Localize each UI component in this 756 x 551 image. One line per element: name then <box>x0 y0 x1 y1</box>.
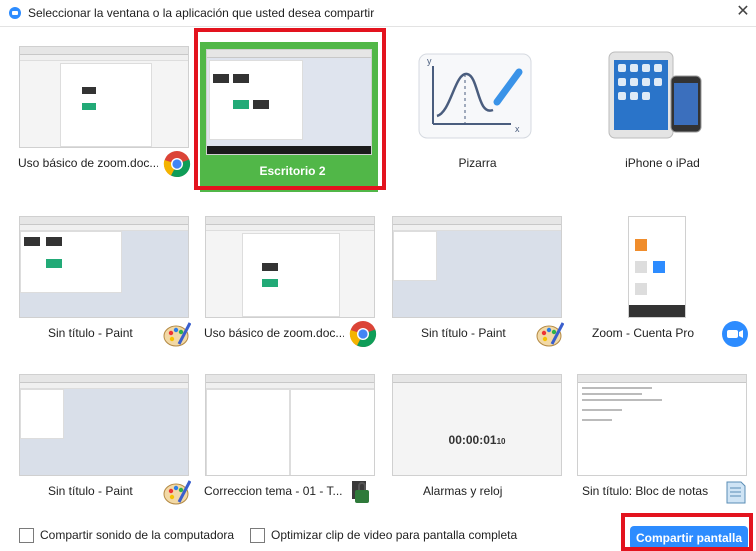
share-tile-alarms-clock[interactable]: 00:00:0110 Alarmas y reloj <box>385 364 570 524</box>
notepad-icon <box>726 481 746 504</box>
window-thumbnail <box>205 374 375 476</box>
share-tile-paint-2[interactable]: Sin título - Paint <box>385 206 570 366</box>
share-sound-checkbox[interactable] <box>19 528 34 543</box>
close-button[interactable]: ✕ <box>734 3 752 21</box>
tile-label: Uso básico de zoom.doc... <box>204 326 344 340</box>
tile-label: Zoom - Cuenta Pro <box>592 326 695 340</box>
tile-label: Uso básico de zoom.doc... <box>18 156 158 170</box>
tile-label: iPhone o iPad <box>625 156 700 170</box>
share-tile-desktop-2[interactable]: Escritorio 2 <box>200 42 378 192</box>
window-thumbnail <box>205 216 375 318</box>
share-tile-paint-3[interactable]: Sin título - Paint <box>12 364 197 524</box>
security-file-icon <box>352 481 369 503</box>
window-title: Seleccionar la ventana o la aplicación q… <box>28 6 375 20</box>
share-tile-whiteboard[interactable]: y x Pizarra <box>385 36 570 196</box>
clock-app-thumbnail: 00:00:0110 <box>392 374 562 476</box>
zoom-share-icon <box>9 7 21 19</box>
clock-ms: 10 <box>496 437 506 446</box>
tile-label: Escritorio 2 <box>259 164 326 178</box>
svg-text:y: y <box>427 56 432 66</box>
window-thumbnail <box>628 216 686 318</box>
window-thumbnail <box>392 216 562 318</box>
paint-icon <box>163 480 191 505</box>
paint-icon <box>163 322 191 347</box>
share-tile-word-doc-2[interactable]: Uso básico de zoom.doc... <box>198 206 383 366</box>
window-thumbnail <box>19 46 189 148</box>
ipad-iphone-icon <box>608 51 702 139</box>
share-tile-notepad[interactable]: Sin título: Bloc de notas <box>570 364 755 524</box>
share-source-grid: Uso básico de zoom.doc... Escritorio 2 y… <box>0 26 756 518</box>
chrome-icon <box>349 321 377 348</box>
window-thumbnail <box>19 216 189 318</box>
window-titlebar: Seleccionar la ventana o la aplicación q… <box>0 0 756 27</box>
share-tile-paint-1[interactable]: Sin título - Paint <box>12 206 197 366</box>
tile-label: Alarmas y reloj <box>423 484 503 498</box>
share-tile-excel[interactable]: Correccion tema - 01 - T... <box>198 364 383 524</box>
clock-readout: 00:00:01 <box>448 433 497 447</box>
zoom-icon <box>722 321 748 347</box>
tile-label: Pizarra <box>458 156 497 170</box>
optimize-video-label: Optimizar clip de video para pantalla co… <box>271 528 518 542</box>
tile-label: Correccion tema - 01 - T... <box>204 484 343 498</box>
share-tile-iphone-ipad[interactable]: iPhone o iPad <box>570 36 755 196</box>
paint-icon <box>536 322 564 347</box>
chrome-icon <box>163 151 191 178</box>
window-thumbnail <box>577 374 747 476</box>
share-sound-label: Compartir sonido de la computadora <box>40 528 235 542</box>
svg-text:x: x <box>515 124 520 134</box>
tile-label: Sin título: Bloc de notas <box>582 484 709 498</box>
window-thumbnail <box>19 374 189 476</box>
footer-bar: Compartir sonido de la computadora Optim… <box>0 518 756 551</box>
share-tile-zoom-pro[interactable]: Zoom - Cuenta Pro <box>570 206 755 366</box>
whiteboard-icon: y x <box>418 53 532 139</box>
optimize-video-checkbox[interactable] <box>250 528 265 543</box>
share-screen-button[interactable]: Compartir pantalla <box>630 526 748 550</box>
desktop-thumbnail <box>206 49 372 155</box>
share-tile-word-doc-1[interactable]: Uso básico de zoom.doc... <box>12 36 197 196</box>
